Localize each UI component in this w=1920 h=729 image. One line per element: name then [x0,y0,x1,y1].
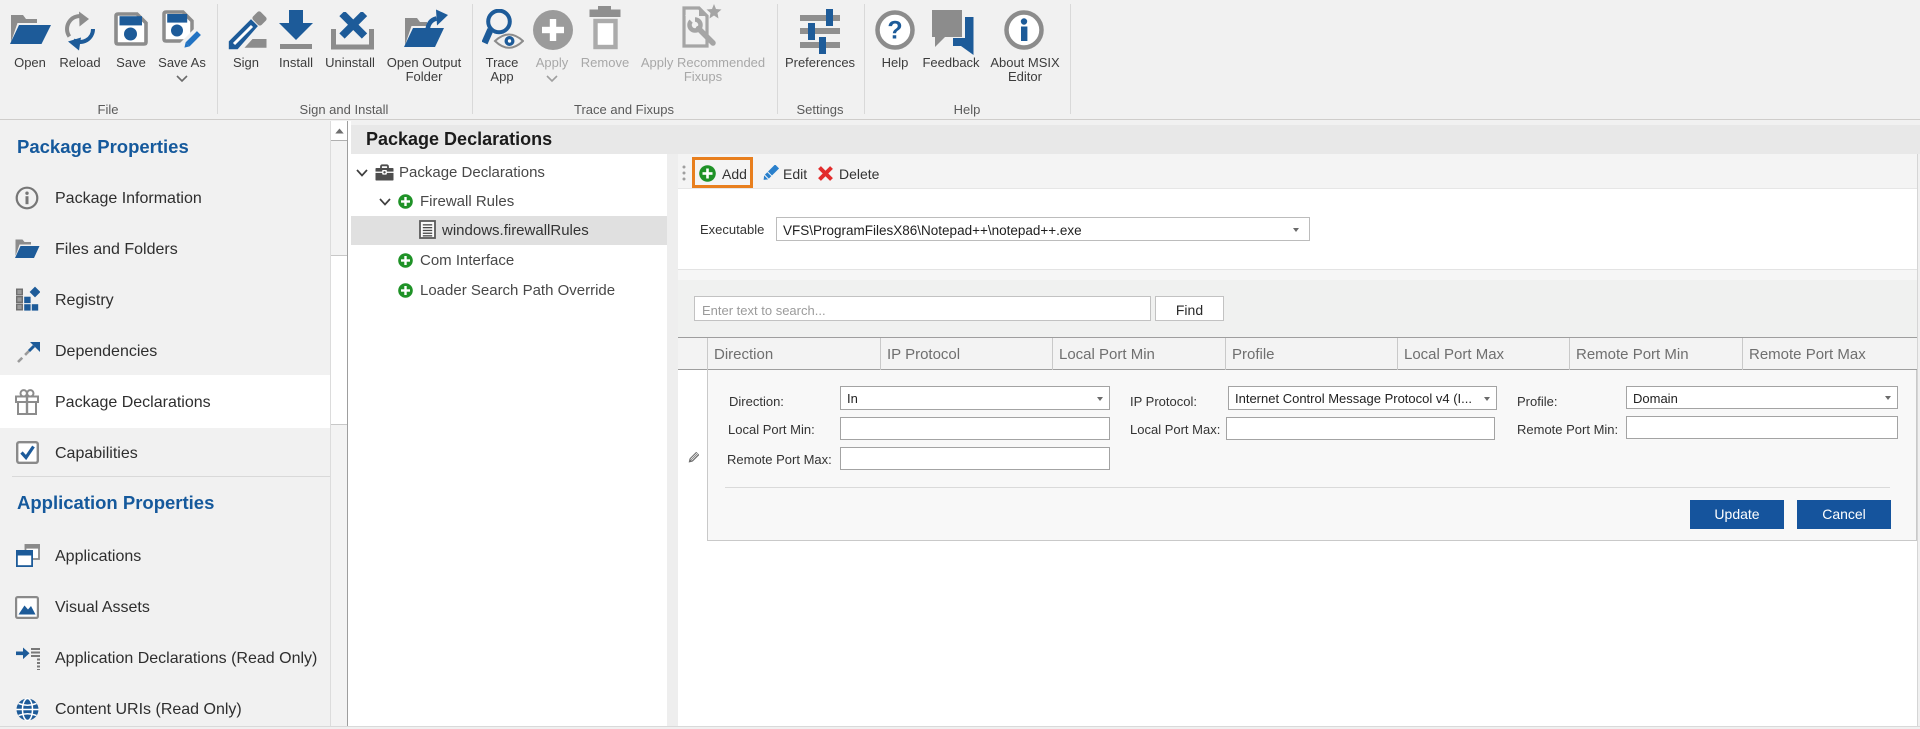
svg-text:?: ? [887,17,902,45]
